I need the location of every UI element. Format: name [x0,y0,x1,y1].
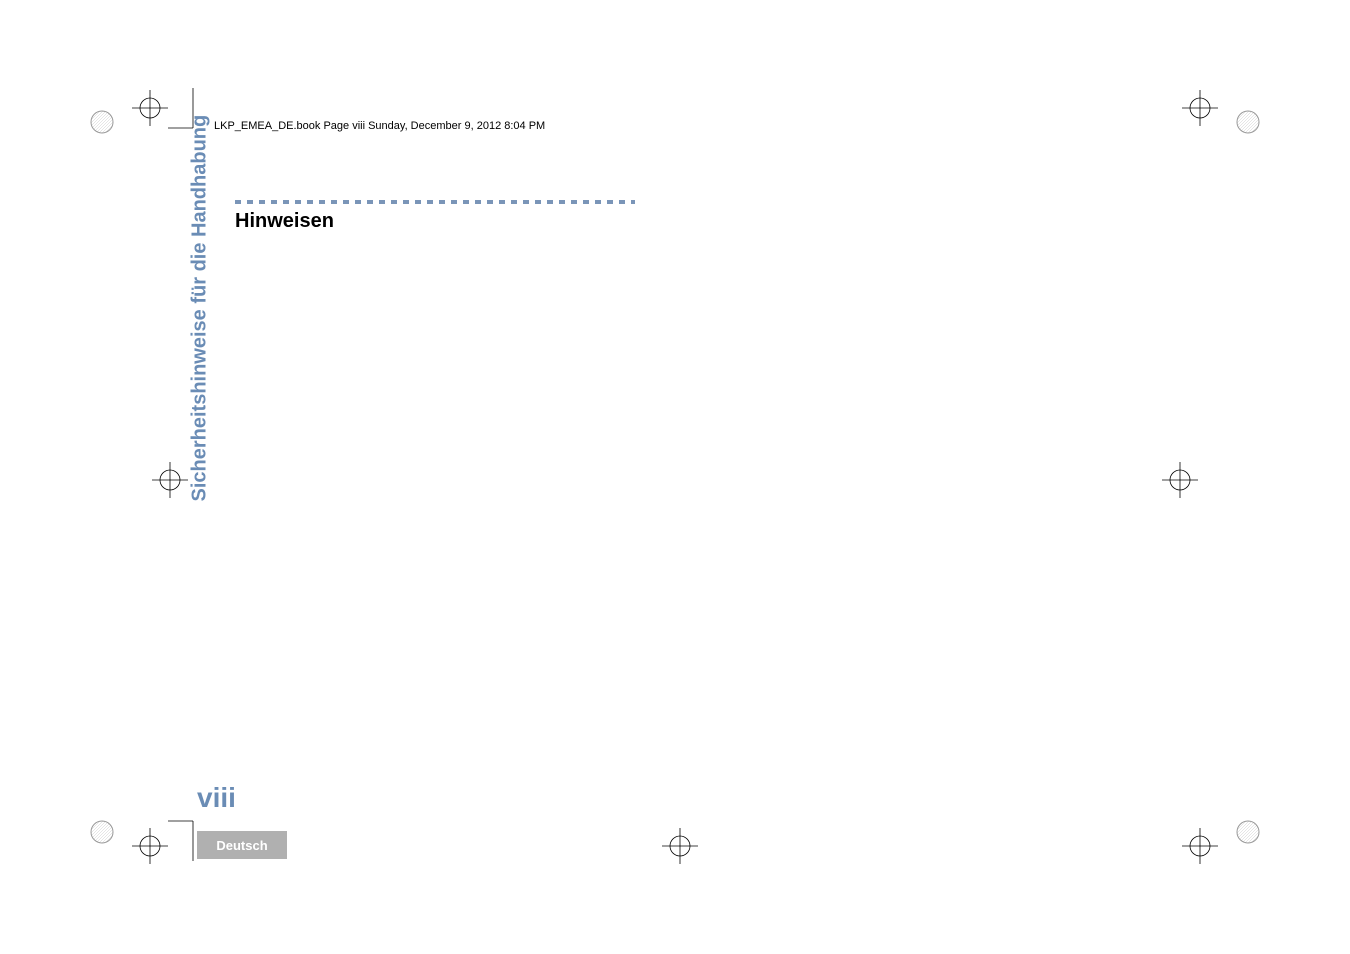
crosshair-icon [1160,460,1200,500]
language-tab: Deutsch [197,831,287,859]
crosshair-icon [130,88,170,128]
crosshair-icon [1180,826,1220,866]
dotted-separator [235,200,635,204]
registration-mark-icon [88,818,116,846]
header-filename-text: LKP_EMEA_DE.book Page viii Sunday, Decem… [210,120,549,132]
crosshair-icon [150,460,190,500]
sidebar-title-vertical: Sicherheitshinweise für die Handhabung [189,115,212,502]
registration-mark-icon [1234,818,1262,846]
page-container: LKP_EMEA_DE.book Page viii Sunday, Decem… [0,0,1350,954]
main-heading: Hinweisen [235,210,334,233]
page-number: viii [197,782,236,814]
registration-mark-icon [1234,108,1262,136]
crosshair-icon [130,826,170,866]
crosshair-icon [660,826,700,866]
registration-mark-icon [88,108,116,136]
crosshair-icon [1180,88,1220,128]
